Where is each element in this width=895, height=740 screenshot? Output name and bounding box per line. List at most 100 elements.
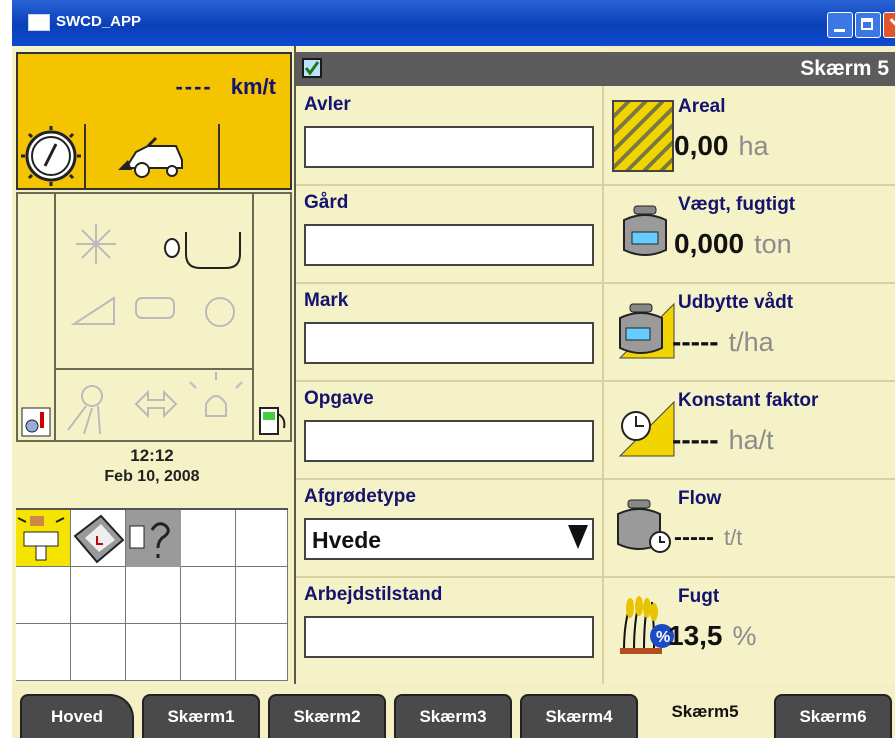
stat-wet-yield: Udbytte vådt ----- t/ha [602, 282, 895, 382]
gear-speedometer-cell[interactable] [18, 124, 86, 188]
clock-display: 12:12 Feb 10, 2008 [16, 442, 288, 502]
grid-cell-empty[interactable] [126, 624, 181, 681]
stat-wet-weight: Vægt, fugtigt 0,000 ton [602, 184, 895, 284]
flow-unit: t/t [723, 525, 743, 550]
crop-type-label: Afgrødetype [304, 486, 416, 507]
area-unit: ha [738, 131, 769, 161]
wet-yield-unit: t/ha [728, 327, 774, 357]
work-state-input[interactable] [304, 616, 594, 658]
logbook-clock-icon [73, 514, 125, 564]
speed-display: ---- km/t [16, 52, 292, 126]
maximize-button[interactable] [855, 12, 881, 38]
machine-status-panel [16, 192, 292, 442]
wet-yield-value: ----- [672, 326, 719, 357]
moisture-label: Fugt [678, 586, 720, 607]
flow-value: ----- [674, 524, 714, 551]
temperature-gauge [18, 194, 56, 440]
tab-skaerm3[interactable]: Skærm3 [394, 694, 512, 738]
speed-unit: km/t [230, 74, 276, 99]
functions-status-area [56, 194, 252, 370]
grid-cell-empty[interactable] [236, 567, 288, 624]
combine-harvester-icon [118, 136, 183, 178]
farm-input[interactable] [304, 224, 594, 266]
speed-value: ---- [175, 74, 213, 99]
dropdown-arrow-icon[interactable] [568, 525, 588, 549]
farm-label: Gård [304, 192, 349, 213]
grid-cell-logbook[interactable] [71, 510, 126, 567]
tab-skaerm2[interactable]: Skærm2 [268, 694, 386, 738]
screen-title: Skærm 5 [800, 57, 889, 80]
grid-cell-empty[interactable] [71, 567, 126, 624]
flow-weight-timer-icon [617, 499, 671, 553]
constant-factor-label: Konstant faktor [678, 390, 819, 411]
app-window-icon [28, 14, 50, 31]
lights-status-icons [67, 372, 243, 435]
speedometer-gear-icon [21, 126, 81, 186]
tab-skaerm4[interactable]: Skærm4 [520, 694, 638, 738]
tab-skaerm5[interactable]: Skærm5 [646, 684, 764, 738]
crop-type-value: Hvede [312, 527, 382, 553]
checkbox-checked-icon[interactable] [302, 58, 322, 78]
close-button[interactable] [883, 12, 895, 38]
timer-hatch-icon [618, 400, 675, 457]
tab-skaerm1[interactable]: Skærm1 [142, 694, 260, 738]
status-column: ---- km/t 12:12 Feb 10, 2008 [12, 46, 296, 684]
grid-cell-threshing[interactable] [16, 510, 71, 567]
grid-cell-empty[interactable] [236, 624, 288, 681]
work-light-icon [81, 385, 103, 407]
area-value: 0,00 [674, 130, 729, 161]
clock-time: 12:12 [130, 446, 174, 465]
concave-adjust-icon [17, 516, 65, 561]
field-field: Mark [296, 282, 602, 382]
field-farm: Gård [296, 184, 602, 284]
minimize-button[interactable] [827, 12, 853, 38]
weight-icon [623, 205, 667, 256]
grid-cell-empty[interactable] [181, 567, 236, 624]
fuel-gauge [252, 194, 290, 440]
wet-yield-label: Udbytte vådt [678, 292, 794, 313]
fan-icon [76, 224, 116, 264]
grower-input[interactable] [304, 126, 594, 168]
wet-weight-label: Vægt, fugtigt [678, 194, 796, 215]
stat-flow: Flow ----- t/t [602, 478, 895, 578]
grid-cell-empty[interactable] [126, 567, 181, 624]
grid-cell-empty[interactable] [181, 624, 236, 681]
help-question-icon [126, 510, 181, 567]
field-work-state: Arbejdstilstand [296, 576, 602, 674]
flow-label: Flow [678, 488, 722, 509]
area-hatch-icon [612, 100, 674, 172]
constant-factor-unit: ha/t [728, 425, 774, 455]
grid-cell-empty[interactable] [181, 510, 236, 567]
grid-cell-empty[interactable] [71, 624, 126, 681]
function-indicators [70, 224, 241, 327]
constant-factor-value: ----- [672, 424, 719, 455]
field-input[interactable] [304, 322, 594, 364]
yield-weight-hatch-icon [618, 302, 675, 359]
beacon-light-icon [205, 395, 227, 417]
clock-date: Feb 10, 2008 [104, 468, 200, 485]
empty-mode-cell [220, 124, 290, 188]
moisture-grain-icon: % [620, 596, 674, 654]
hazard-arrows-icon [134, 389, 178, 419]
screen-tabs: Hoved Skærm1 Skærm2 Skærm3 Skærm4 Skærm5… [12, 684, 895, 738]
task-input[interactable] [304, 420, 594, 462]
wet-weight-value: 0,000 [674, 228, 745, 259]
fuel-pump-icon [259, 407, 286, 435]
area-label: Areal [678, 96, 726, 117]
tab-skaerm6[interactable]: Skærm6 [774, 694, 892, 738]
grain-tank-icon [164, 232, 241, 269]
machine-mode-row [16, 124, 292, 190]
field-task: Opgave [296, 380, 602, 480]
stat-area: Areal 0,00 ha [602, 86, 895, 186]
crop-type-dropdown[interactable]: Hvede [304, 518, 594, 560]
grid-cell-help[interactable] [126, 510, 181, 567]
app-area: ---- km/t 12:12 Feb 10, 2008 Skærm 5 Avl… [12, 46, 895, 738]
tab-hoved[interactable]: Hoved [20, 694, 134, 738]
shortcut-grid [16, 508, 288, 684]
grid-cell-empty[interactable] [16, 624, 71, 681]
grid-cell-empty[interactable] [16, 567, 71, 624]
field-crop-type: Afgrødetype Hvede [296, 478, 602, 578]
grid-cell-empty[interactable] [236, 510, 288, 567]
combine-harvester-cell[interactable] [86, 124, 220, 188]
moisture-unit: % [732, 621, 757, 651]
